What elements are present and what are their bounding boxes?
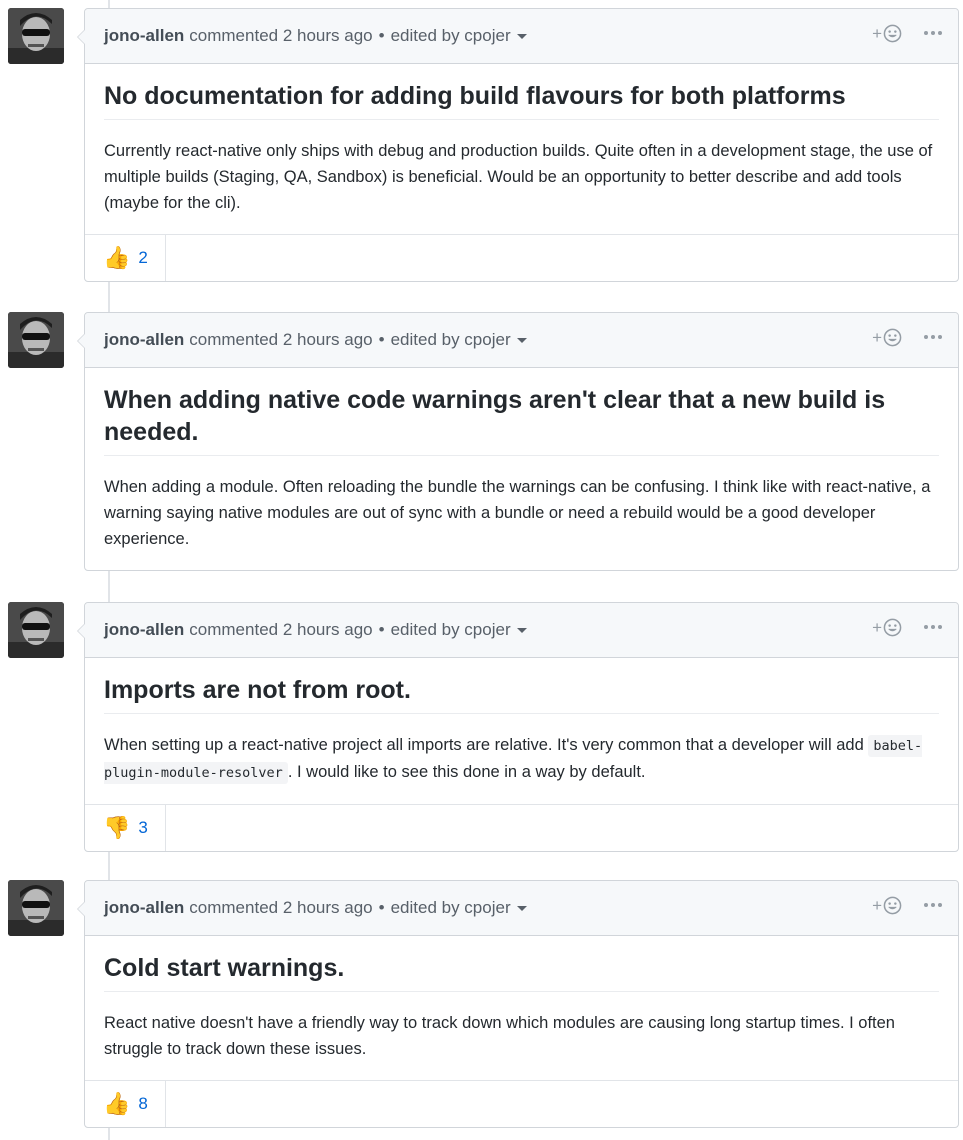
thumbs-down-icon: 👎	[103, 815, 131, 840]
edited-by-label: edited by cpojer	[390, 620, 511, 639]
add-reaction-button[interactable]: +	[872, 328, 902, 347]
comment-timestamp[interactable]: commented 2 hours ago	[189, 26, 372, 46]
comment-header: jono-allen commented 2 hours ago • edite…	[85, 9, 958, 64]
thumbs-down-reaction[interactable]: 👎 3	[85, 805, 166, 851]
thumbs-up-icon: 👍	[103, 1091, 131, 1116]
comment-timestamp[interactable]: commented 2 hours ago	[189, 898, 372, 918]
more-options-icon[interactable]	[924, 327, 942, 347]
comment-body: When setting up a react-native project a…	[104, 732, 939, 786]
plus-icon: +	[872, 895, 882, 915]
edited-by-dropdown[interactable]: edited by cpojer	[391, 620, 527, 640]
comment-body: When adding a module. Often reloading th…	[104, 478, 931, 548]
plus-icon: +	[872, 327, 882, 347]
add-reaction-button[interactable]: +	[872, 618, 902, 637]
reactions-bar: 👍 2	[85, 234, 958, 281]
plus-icon: +	[872, 23, 882, 43]
edited-by-dropdown[interactable]: edited by cpojer	[391, 898, 527, 918]
comment-body: Currently react-native only ships with d…	[104, 142, 933, 212]
caret-down-icon	[516, 338, 527, 344]
comment-header: jono-allen commented 2 hours ago • edite…	[85, 313, 958, 368]
author-link[interactable]: jono-allen	[104, 330, 184, 350]
comment-header: jono-allen commented 2 hours ago • edite…	[85, 603, 958, 658]
comment-timestamp[interactable]: commented 2 hours ago	[189, 330, 372, 350]
comment-title: Imports are not from root.	[104, 674, 939, 714]
comment-timestamp[interactable]: commented 2 hours ago	[189, 620, 372, 640]
separator-dot: •	[378, 330, 385, 349]
edited-by-label: edited by cpojer	[390, 330, 511, 349]
comment-body: React native doesn't have a friendly way…	[104, 1014, 895, 1058]
smiley-icon	[883, 24, 902, 42]
add-reaction-button[interactable]: +	[872, 24, 902, 43]
separator-dot: •	[378, 620, 385, 639]
add-reaction-button[interactable]: +	[872, 896, 902, 915]
edited-by-dropdown[interactable]: edited by cpojer	[391, 330, 527, 350]
edited-by-label: edited by cpojer	[390, 26, 511, 45]
plus-icon: +	[872, 617, 882, 637]
avatar[interactable]	[8, 880, 64, 936]
body-text: . I would like to see this done in a way…	[287, 763, 646, 781]
thumbs-up-reaction[interactable]: 👍 2	[85, 235, 166, 281]
comment-title: When adding native code warnings aren't …	[104, 384, 939, 456]
body-text: When setting up a react-native project a…	[104, 736, 869, 754]
caret-down-icon	[516, 906, 527, 912]
comment-title: No documentation for adding build flavou…	[104, 80, 939, 120]
avatar[interactable]	[8, 8, 64, 64]
caret-down-icon	[516, 34, 527, 40]
thumbs-up-reaction[interactable]: 👍 8	[85, 1081, 166, 1127]
author-link[interactable]: jono-allen	[104, 26, 184, 46]
thumbs-up-icon: 👍	[103, 245, 131, 270]
separator-dot: •	[378, 898, 385, 917]
edited-by-label: edited by cpojer	[390, 898, 511, 917]
more-options-icon[interactable]	[924, 23, 942, 43]
reactions-bar: 👎 3	[85, 804, 958, 851]
author-link[interactable]: jono-allen	[104, 620, 184, 640]
separator-dot: •	[378, 26, 385, 45]
reaction-count: 8	[138, 1094, 148, 1113]
more-options-icon[interactable]	[924, 617, 942, 637]
comment-title: Cold start warnings.	[104, 952, 939, 992]
author-link[interactable]: jono-allen	[104, 898, 184, 918]
comment-box: jono-allen commented 2 hours ago • edite…	[77, 880, 959, 1128]
reaction-count: 2	[138, 248, 148, 267]
comment-header: jono-allen commented 2 hours ago • edite…	[85, 881, 958, 936]
smiley-icon	[883, 328, 902, 346]
more-options-icon[interactable]	[924, 895, 942, 915]
comment-box: jono-allen commented 2 hours ago • edite…	[77, 602, 959, 852]
reactions-bar: 👍 8	[85, 1080, 958, 1127]
smiley-icon	[883, 896, 902, 914]
edited-by-dropdown[interactable]: edited by cpojer	[391, 26, 527, 46]
comment-box: jono-allen commented 2 hours ago • edite…	[77, 8, 959, 282]
reaction-count: 3	[138, 818, 148, 837]
avatar[interactable]	[8, 312, 64, 368]
avatar[interactable]	[8, 602, 64, 658]
smiley-icon	[883, 618, 902, 636]
caret-down-icon	[516, 628, 527, 634]
comment-box: jono-allen commented 2 hours ago • edite…	[77, 312, 959, 571]
